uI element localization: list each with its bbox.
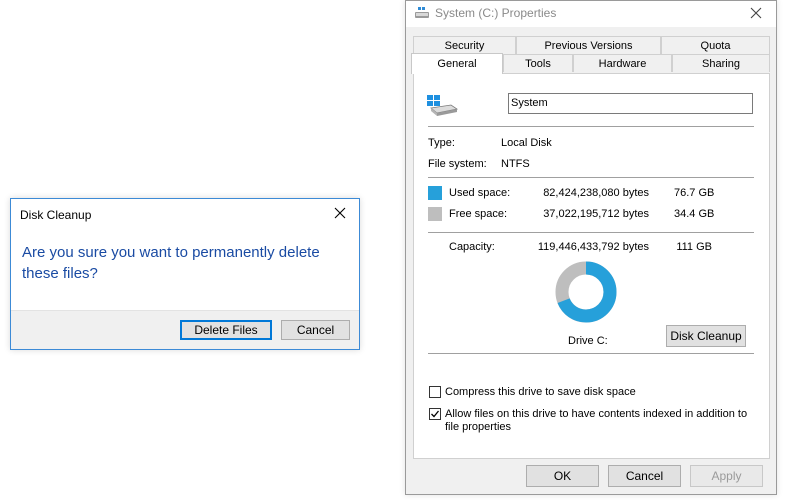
capacity-label: Capacity:: [449, 241, 495, 253]
tab-quota[interactable]: Quota: [661, 36, 770, 54]
cancel-button[interactable]: Cancel: [608, 465, 681, 487]
free-space-bytes: 37,022,195,712 bytes: [543, 208, 649, 220]
cancel-button[interactable]: Cancel: [281, 320, 350, 340]
tab-previous-versions[interactable]: Previous Versions: [516, 36, 661, 54]
index-checkbox[interactable]: [429, 408, 441, 420]
compress-label: Compress this drive to save disk space: [445, 386, 636, 398]
drive-icon: [414, 6, 430, 23]
divider: [428, 232, 754, 233]
tab-tools[interactable]: Tools: [503, 54, 573, 72]
index-label-line2: file properties: [445, 421, 512, 433]
ok-button[interactable]: OK: [526, 465, 599, 487]
free-space-swatch: [428, 207, 442, 221]
window-title: System (C:) Properties: [435, 6, 557, 20]
title-bar: System (C:) Properties: [406, 1, 776, 27]
disk-cleanup-dialog: Disk Cleanup Are you sure you want to pe…: [10, 198, 360, 350]
file-system-value: NTFS: [501, 158, 530, 170]
index-label-line1: Allow files on this drive to have conten…: [445, 408, 748, 420]
dialog-footer: Delete Files Cancel: [11, 310, 359, 349]
divider: [428, 353, 754, 354]
tab-general[interactable]: General: [411, 53, 503, 74]
type-label: Type:: [428, 137, 455, 149]
used-space-size: 76.7 GB: [674, 187, 715, 199]
drive-properties-window: System (C:) Properties Security Previous…: [405, 0, 777, 495]
apply-button[interactable]: Apply: [690, 465, 763, 487]
usage-donut-chart: [555, 261, 617, 323]
tab-hardware[interactable]: Hardware: [573, 54, 672, 72]
capacity-size: 111 GB: [676, 241, 712, 253]
capacity-bytes: 119,446,433,792 bytes: [537, 241, 649, 253]
general-panel: System Type: Local Disk File system: NTF…: [413, 73, 770, 459]
free-space-label: Free space:: [449, 208, 508, 220]
windows-drive-icon: [427, 95, 461, 120]
delete-files-button[interactable]: Delete Files: [180, 320, 272, 340]
divider: [428, 177, 754, 178]
used-space-label: Used space:: [449, 187, 511, 199]
tab-security[interactable]: Security: [413, 36, 516, 54]
drive-caption: Drive C:: [568, 335, 608, 347]
used-space-bytes: 82,424,238,080 bytes: [543, 187, 649, 199]
free-space-size: 34.4 GB: [674, 208, 715, 220]
close-icon[interactable]: [744, 3, 768, 23]
divider: [428, 126, 754, 127]
tab-sharing[interactable]: Sharing: [672, 54, 770, 72]
close-icon[interactable]: [329, 203, 351, 223]
drive-name-input[interactable]: System: [508, 93, 753, 114]
file-system-label: File system:: [428, 158, 487, 170]
used-space-swatch: [428, 186, 442, 200]
compress-checkbox[interactable]: [429, 386, 441, 398]
dialog-title: Disk Cleanup: [20, 208, 92, 222]
confirmation-message: Are you sure you want to permanently del…: [22, 244, 320, 282]
disk-cleanup-button[interactable]: Disk Cleanup: [666, 325, 746, 347]
type-value: Local Disk: [501, 137, 552, 149]
